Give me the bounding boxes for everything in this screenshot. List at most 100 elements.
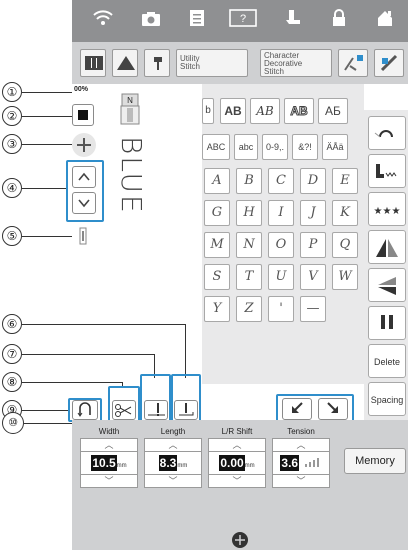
spacing-button[interactable]: Spacing <box>368 382 406 416</box>
filter-accented[interactable]: ÄÅä <box>322 134 348 160</box>
embroidery-edit-button[interactable] <box>374 49 404 77</box>
font-tab-outline[interactable]: AB <box>284 98 314 124</box>
needle-stop-position-button[interactable] <box>144 400 168 420</box>
sewing-machine-screen: { "toolbar_icons": ["wifi-icon","camera-… <box>0 0 408 550</box>
scroll-down-button[interactable] <box>72 192 96 214</box>
move-down-right-button[interactable] <box>318 398 348 420</box>
char-key[interactable]: S <box>204 264 230 290</box>
home-icon[interactable] <box>372 8 398 34</box>
camera-icon[interactable] <box>138 8 164 34</box>
thread-color-button[interactable] <box>72 104 94 126</box>
help-icon[interactable]: ? <box>228 8 258 34</box>
move-down-left-button[interactable] <box>282 398 312 420</box>
callout-line-3 <box>22 144 72 145</box>
length-up-button[interactable]: ︿ <box>144 438 202 452</box>
thread-cutter-setting-button[interactable] <box>368 116 406 150</box>
stars-setting-button[interactable]: ★★★ <box>368 192 406 226</box>
char-key[interactable]: V <box>300 264 326 290</box>
length-value: 8.3 <box>158 455 178 471</box>
char-key[interactable]: O <box>268 232 294 258</box>
width-label: Width <box>98 427 120 436</box>
memory-button[interactable]: Memory <box>344 448 406 474</box>
char-key[interactable]: A <box>204 168 230 194</box>
settings-dial-icon[interactable] <box>232 532 248 548</box>
filter-symbols[interactable]: &?! <box>292 134 318 160</box>
pivot-button[interactable] <box>174 400 198 420</box>
width-up-button[interactable]: ︿ <box>80 438 138 452</box>
character-decorative-stitch-button[interactable]: Character Decorative Stitch <box>260 49 332 77</box>
char-key[interactable]: P <box>300 232 326 258</box>
char-key[interactable]: ' <box>268 296 294 322</box>
utility-stitch-button[interactable]: Utility Stitch <box>176 49 248 77</box>
font-tab-cyrillic[interactable]: АБ <box>318 98 348 124</box>
tension-up-button[interactable]: ︿ <box>272 438 330 452</box>
parameter-panel: Width ︿ 10.5mm ﹀ Length ︿ 8.3mm ﹀ L/R Sh… <box>72 420 408 550</box>
char-key[interactable]: N <box>236 232 262 258</box>
char-key[interactable]: M <box>204 232 230 258</box>
filter-uppercase[interactable]: ABC <box>202 134 230 160</box>
cursor-position-icon[interactable] <box>74 226 92 246</box>
stitch-density-button[interactable] <box>368 154 406 188</box>
filter-lowercase[interactable]: abc <box>234 134 258 160</box>
char-key[interactable]: J <box>300 200 326 226</box>
char-key[interactable]: Q <box>332 232 358 258</box>
char-key[interactable]: Z <box>236 296 262 322</box>
lock-icon[interactable] <box>326 8 352 34</box>
filter-numbers[interactable]: 0-9,. <box>262 134 288 160</box>
char-key[interactable]: Y <box>204 296 230 322</box>
width-down-button[interactable]: ﹀ <box>80 474 138 488</box>
length-down-button[interactable]: ﹀ <box>144 474 202 488</box>
delete-button[interactable]: Delete <box>368 344 406 378</box>
mirror-horizontal-button[interactable] <box>368 230 406 264</box>
char-key[interactable]: C <box>268 168 294 194</box>
char-key[interactable]: T <box>236 264 262 290</box>
wifi-icon[interactable] <box>90 8 116 34</box>
twin-needle-button[interactable] <box>368 306 406 340</box>
tension-down-button[interactable]: ﹀ <box>272 474 330 488</box>
length-value-display: 8.3mm <box>144 452 202 474</box>
lr-shift-down-button[interactable]: ﹀ <box>208 474 266 488</box>
callout-10: ⑩ <box>2 412 24 434</box>
tension-label: Tension <box>287 427 315 436</box>
presser-foot-icon[interactable] <box>280 8 306 34</box>
tension-value-display: 3.6 <box>272 452 330 474</box>
char-key[interactable]: H <box>236 200 262 226</box>
font-tab-gothic[interactable]: AB <box>220 98 246 124</box>
char-key[interactable]: D <box>300 168 326 194</box>
callout-5: ⑤ <box>2 226 22 246</box>
pattern-select-button[interactable] <box>112 49 138 77</box>
zoom-plus-button[interactable] <box>72 133 96 157</box>
callout-6: ⑥ <box>2 314 22 334</box>
callout-4: ④ <box>2 178 22 198</box>
font-tab-script[interactable]: AB <box>250 98 280 124</box>
callout-line-5 <box>22 236 72 237</box>
mirror-vertical-button[interactable] <box>368 268 406 302</box>
top-toolbar: ? <box>72 0 408 42</box>
lr-shift-control: L/R Shift ︿ 0.00mm ﹀ <box>208 426 266 504</box>
width-value-display: 10.5mm <box>80 452 138 474</box>
stitch-guide-button[interactable] <box>80 49 106 77</box>
presser-foot-preview: N <box>118 92 142 126</box>
char-key[interactable]: B <box>236 168 262 194</box>
width-control: Width ︿ 10.5mm ﹀ <box>80 426 138 504</box>
char-key[interactable]: U <box>268 264 294 290</box>
scroll-up-button[interactable] <box>72 166 96 188</box>
lr-shift-up-button[interactable]: ︿ <box>208 438 266 452</box>
document-icon[interactable] <box>184 8 210 34</box>
edit-pattern-button[interactable] <box>338 49 368 77</box>
thread-cut-button[interactable] <box>112 400 136 420</box>
tension-control: Tension ︿ 3.6 ﹀ <box>272 426 330 504</box>
font-tab-partial[interactable]: b <box>202 98 214 124</box>
tension-level-icon <box>304 458 319 467</box>
char-key[interactable]: W <box>332 264 358 290</box>
callout-7: ⑦ <box>2 344 22 364</box>
callout-1: ① <box>2 82 22 102</box>
char-key[interactable]: E <box>332 168 358 194</box>
char-key[interactable]: I <box>268 200 294 226</box>
char-key[interactable]: G <box>204 200 230 226</box>
needle-button[interactable] <box>144 49 170 77</box>
reinforcement-button[interactable] <box>72 400 98 420</box>
callout-line-6 <box>22 324 185 325</box>
char-key[interactable]: K <box>332 200 358 226</box>
char-key[interactable]: — <box>300 296 326 322</box>
